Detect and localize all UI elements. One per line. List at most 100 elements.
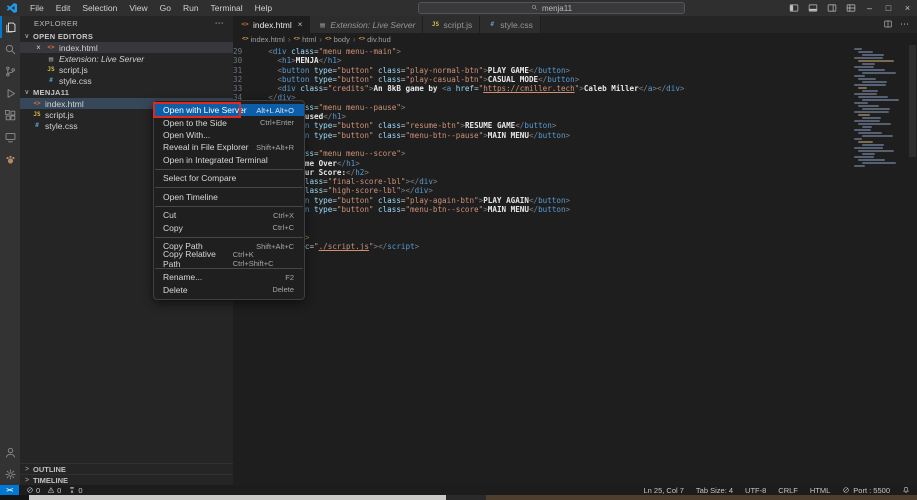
code-area[interactable]: 29 <div class="menu menu--main">30 <h1>M… bbox=[233, 45, 877, 485]
editor-more-actions-icon[interactable]: ⋯ bbox=[900, 19, 909, 30]
breadcrumb-html[interactable]: <>html bbox=[293, 35, 316, 44]
context-item-open-with[interactable]: Open With... bbox=[154, 129, 304, 141]
file-label: index.html bbox=[59, 43, 98, 53]
breadcrumb-index-html[interactable]: <>index.html bbox=[242, 35, 285, 44]
toggle-secondary-sidebar-icon[interactable] bbox=[822, 0, 841, 16]
context-item-label: Open to the Side bbox=[163, 118, 227, 128]
chevron-down-icon: ∨ bbox=[23, 88, 31, 96]
close-icon[interactable]: × bbox=[34, 43, 43, 52]
file-label: style.css bbox=[59, 76, 92, 86]
customize-layout-icon[interactable] bbox=[841, 0, 860, 16]
remote-explorer-icon[interactable] bbox=[0, 126, 20, 148]
open-editors-header[interactable]: ∨ OPEN EDITORS bbox=[20, 30, 233, 42]
accounts-icon[interactable] bbox=[0, 441, 20, 463]
breadcrumb-div-hud[interactable]: <>div.hud bbox=[359, 35, 391, 44]
status-warnings[interactable]: 0 bbox=[47, 486, 61, 495]
context-item-label: Select for Compare bbox=[163, 173, 236, 183]
close-tab-icon[interactable]: × bbox=[298, 20, 303, 29]
context-item-open-in-integrated-terminal[interactable]: Open in Integrated Terminal bbox=[154, 154, 304, 166]
context-item-rename[interactable]: Rename...F2 bbox=[154, 271, 304, 283]
context-item-copy-relative-path[interactable]: Copy Relative PathCtrl+K Ctrl+Shift+C bbox=[154, 253, 304, 265]
symbol-icon: <> bbox=[293, 36, 300, 42]
status-port-5500[interactable]: Port : 5500 bbox=[842, 486, 890, 495]
close-window-button[interactable]: × bbox=[898, 0, 917, 16]
breadcrumb-separator-icon: › bbox=[353, 35, 356, 44]
open-editor-extension-live-server[interactable]: ▤Extension: Live Server bbox=[20, 53, 233, 64]
menubar-run[interactable]: Run bbox=[177, 0, 205, 16]
menubar-go[interactable]: Go bbox=[154, 0, 177, 16]
shortcut-label: Ctrl+C bbox=[273, 223, 294, 232]
menubar-view[interactable]: View bbox=[123, 0, 153, 16]
tab-label: Extension: Live Server bbox=[330, 20, 415, 30]
section-timeline[interactable]: >TIMELINE bbox=[20, 474, 233, 485]
code-line: 33 <div class="credits">An 8kB game by <… bbox=[233, 84, 877, 93]
section-label: OUTLINE bbox=[33, 465, 66, 474]
tab-script-js[interactable]: JSscript.js bbox=[423, 16, 480, 33]
tab-index-html[interactable]: <>index.html× bbox=[233, 16, 310, 33]
taskbar-dark-segment bbox=[446, 495, 486, 500]
open-editor-style-css[interactable]: #style.css bbox=[20, 75, 233, 86]
menubar-selection[interactable]: Selection bbox=[76, 0, 123, 16]
toggle-sidebar-icon[interactable] bbox=[784, 0, 803, 16]
code-line: 36 <h1>Paused</h1> bbox=[233, 112, 877, 121]
breadcrumb-body[interactable]: <>body bbox=[325, 35, 350, 44]
toggle-panel-icon[interactable] bbox=[803, 0, 822, 16]
tab-extension-live-server[interactable]: ▤Extension: Live Server bbox=[310, 16, 423, 33]
status-utf-8[interactable]: UTF-8 bbox=[745, 486, 766, 495]
context-item-select-for-compare[interactable]: Select for Compare bbox=[154, 172, 304, 184]
split-editor-icon[interactable] bbox=[883, 19, 893, 31]
status-ports[interactable]: 0 bbox=[68, 486, 82, 495]
remote-indicator[interactable]: >< bbox=[0, 485, 19, 495]
custom-extension-icon[interactable] bbox=[0, 148, 20, 170]
notifications-bell-icon[interactable] bbox=[902, 486, 910, 494]
source-control-icon[interactable] bbox=[0, 60, 20, 82]
extensions-icon[interactable] bbox=[0, 104, 20, 126]
minimap[interactable] bbox=[854, 45, 890, 168]
tab-style-css[interactable]: #style.css bbox=[480, 16, 541, 33]
status-label: UTF-8 bbox=[745, 486, 766, 495]
open-editor-index-html[interactable]: ×<>index.html bbox=[20, 42, 233, 53]
context-item-cut[interactable]: CutCtrl+X bbox=[154, 209, 304, 221]
explorer-icon[interactable] bbox=[0, 16, 20, 38]
menu-separator bbox=[155, 169, 303, 170]
symbol-icon: <> bbox=[359, 36, 366, 42]
maximize-button[interactable]: □ bbox=[879, 0, 898, 16]
breadcrumb: <>index.html›<>html›<>body›<>div.hud bbox=[233, 33, 917, 45]
open-editor-script-js[interactable]: JSscript.js bbox=[20, 64, 233, 75]
explorer-actions-button[interactable]: ⋯ bbox=[215, 18, 224, 29]
context-item-delete[interactable]: DeleteDelete bbox=[154, 284, 304, 296]
editor-scrollbar[interactable] bbox=[909, 45, 916, 157]
section-outline[interactable]: >OUTLINE bbox=[20, 463, 233, 474]
context-item-label: Copy Relative Path bbox=[163, 249, 233, 269]
shortcut-label: Ctrl+Enter bbox=[260, 118, 294, 127]
status-tab-size-4[interactable]: Tab Size: 4 bbox=[696, 486, 733, 495]
context-item-reveal-in-file-explorer[interactable]: Reveal in File ExplorerShift+Alt+R bbox=[154, 141, 304, 153]
menubar-edit[interactable]: Edit bbox=[50, 0, 77, 16]
taskbar-brown-segment bbox=[486, 495, 917, 500]
search-icon[interactable] bbox=[0, 38, 20, 60]
status-label: CRLF bbox=[778, 486, 798, 495]
status-errors[interactable]: 0 bbox=[26, 486, 40, 495]
context-item-open-to-the-side[interactable]: Open to the Side Ctrl+Enter bbox=[154, 116, 304, 128]
status-crlf[interactable]: CRLF bbox=[778, 486, 798, 495]
status-ln-25-col-7[interactable]: Ln 25, Col 7 bbox=[643, 486, 683, 495]
workspace-header[interactable]: ∨ MENJA11 bbox=[20, 86, 233, 98]
shortcut-label: Ctrl+K Ctrl+Shift+C bbox=[233, 250, 294, 268]
settings-icon[interactable] bbox=[0, 463, 20, 485]
minimize-button[interactable]: – bbox=[860, 0, 879, 16]
code-line: 49 --> bbox=[233, 233, 877, 242]
command-center-search[interactable]: menja11 bbox=[418, 2, 685, 14]
context-item-open-timeline[interactable]: Open Timeline bbox=[154, 191, 304, 203]
menubar-terminal[interactable]: Terminal bbox=[205, 0, 249, 16]
search-text: menja11 bbox=[542, 4, 572, 13]
context-item-copy[interactable]: CopyCtrl+C bbox=[154, 222, 304, 234]
code-line: 44 <div class="high-score-lbl"></div> bbox=[233, 186, 877, 195]
context-item-open-with-live-server[interactable]: Open with Live ServerAlt+L Alt+O bbox=[154, 104, 304, 116]
menubar-help[interactable]: Help bbox=[249, 0, 278, 16]
line-number: 29 bbox=[233, 47, 250, 56]
run-and-debug-icon[interactable] bbox=[0, 82, 20, 104]
menu-separator bbox=[155, 187, 303, 188]
code-line: 48 </div> bbox=[233, 224, 877, 233]
status-html[interactable]: HTML bbox=[810, 486, 830, 495]
menubar-file[interactable]: File bbox=[24, 0, 50, 16]
